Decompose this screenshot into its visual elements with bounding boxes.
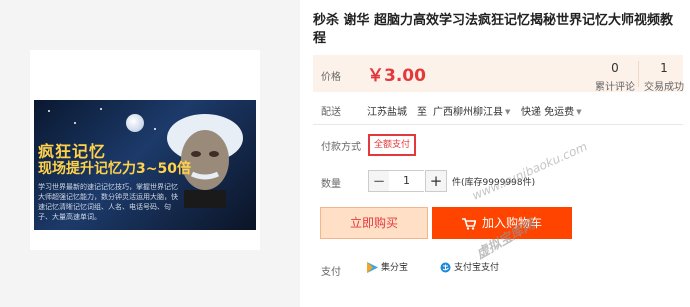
image-description: 学习世界最新的速记记忆技巧，掌握世界记忆大师超强记忆能力，数分钟灵活运用大脑，快…	[38, 183, 178, 221]
divider	[313, 124, 683, 125]
price-value: ￥3.00	[367, 66, 426, 86]
shipping-label: 配送	[321, 107, 341, 118]
jifenbao-label: 集分宝	[381, 263, 409, 273]
quantity-label: 数量	[321, 179, 341, 190]
cart-icon	[461, 217, 476, 230]
watermark-url: www.xunibaoku.com	[470, 139, 590, 203]
reviews-label: 累计评论	[595, 82, 635, 93]
reviews-count: 0	[611, 61, 619, 75]
shipping-to-word: 至	[417, 107, 427, 118]
chevron-down-icon: ▼	[576, 108, 582, 116]
moon-graphic	[126, 114, 144, 132]
deals-count: 1	[660, 61, 668, 75]
quantity-input[interactable]	[389, 170, 424, 192]
shipping-from: 江苏盐城	[367, 107, 407, 118]
payment-method-label: 付款方式	[321, 142, 361, 153]
jifenbao-item[interactable]: 集分宝	[367, 260, 408, 273]
product-image[interactable]: 疯狂记忆 现场提升记忆力3~50倍 学习世界最新的速记记忆技巧，掌握世界记忆大师…	[34, 100, 256, 230]
image-subtitle: 现场提升记忆力3~50倍	[38, 161, 191, 177]
shipping-destination-select[interactable]: 广西柳州柳江县 ▼	[433, 103, 510, 118]
quantity-increase-button[interactable]: +	[425, 170, 447, 192]
deals-label: 交易成功	[644, 82, 684, 93]
price-label: 价格	[321, 72, 341, 83]
star-decoration	[74, 122, 76, 124]
deals-stat[interactable]: 1 交易成功	[641, 61, 687, 93]
star-decoration	[48, 110, 50, 112]
shipping-method: 快递 免运费	[521, 107, 575, 118]
shipping-destination: 广西柳州柳江县	[433, 107, 503, 118]
price-panel: 价格 ￥3.00 0 累计评论 1 交易成功	[313, 55, 684, 93]
alipay-icon	[440, 262, 451, 273]
alipay-item[interactable]: 支付宝支付	[440, 260, 499, 273]
star-decoration	[100, 108, 102, 110]
quantity-decrease-button[interactable]: −	[368, 170, 390, 192]
product-title: 秒杀 谢华 超脑力高效学习法疯狂记忆揭秘世界记忆大师视频教程	[313, 13, 674, 46]
reviews-stat[interactable]: 0 累计评论	[591, 61, 639, 93]
full-payment-option[interactable]: 全额支付	[368, 134, 416, 156]
stat-divider	[638, 61, 639, 87]
payment-support-label: 支付	[321, 267, 341, 278]
shipping-method-select[interactable]: 快递 免运费 ▼	[521, 103, 582, 118]
chevron-down-icon: ▼	[505, 108, 511, 116]
alipay-label: 支付宝支付	[454, 263, 500, 273]
buy-now-button[interactable]: 立即购买	[320, 207, 428, 239]
star-decoration	[154, 128, 156, 130]
jifenbao-icon	[367, 262, 378, 273]
